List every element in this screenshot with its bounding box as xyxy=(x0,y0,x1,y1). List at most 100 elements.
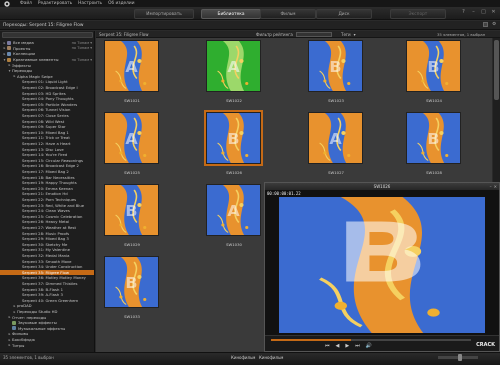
preview-close-icon[interactable]: ✕ xyxy=(494,184,497,189)
tree-item-label: Serpent 17: Mixed Bag 2 xyxy=(22,169,69,175)
tree-item-label: Serpent 35: Filigree Flow xyxy=(22,269,69,275)
tree-item[interactable]: ▸ Титры xyxy=(0,342,94,348)
zoom-slider-handle[interactable] xyxy=(458,354,462,361)
tree-item-label: Коллекции xyxy=(13,51,36,57)
folder-icon xyxy=(12,320,16,325)
tree-item-label: Serpent 32: Medal Mania xyxy=(22,253,70,259)
svg-text:B: B xyxy=(427,130,439,147)
preview-minimize-icon[interactable]: – xyxy=(490,184,492,189)
add-to-movie-button[interactable]: Кинофильм xyxy=(231,355,255,360)
tree-item-label: Serpent 19: Happy Thoughts xyxy=(22,180,77,186)
help-icon[interactable]: ? xyxy=(460,9,467,15)
tab-import[interactable]: Импортировать xyxy=(134,9,194,19)
status-text: 35 элементов, 1 выбран xyxy=(3,355,54,360)
tree-item-label: Переходы xyxy=(12,68,33,74)
menu-bar: Файл Редактировать Настроить Об изделии xyxy=(0,0,500,7)
tree-item-label: Serpent 37: Dimmed Thistles xyxy=(22,281,78,287)
tree-item-label: Serpent 31: My Valentine xyxy=(22,247,70,253)
item-count: 35 элементов, 1 выбран xyxy=(437,32,486,37)
location-label: Переходы: Serpent 15: Filigree Flow xyxy=(3,22,84,28)
tags-dropdown-icon[interactable]: ▾ xyxy=(354,32,356,37)
play-icon[interactable]: ▶ xyxy=(345,343,349,349)
library-tree-panel: ▸ Все медиа по Типам ▾ ▸ Проекты по Типам ▾ ▸ К… xyxy=(0,31,95,352)
view-movie-button[interactable]: Кинофильм xyxy=(259,355,283,360)
thumbnail-label: SW1025 xyxy=(124,170,140,175)
transition-thumbnail[interactable]: A xyxy=(206,184,261,236)
tree-item-label: Serpent 06: Tunnel Vision xyxy=(22,107,71,113)
folder-icon xyxy=(7,46,11,51)
transition-thumbnail[interactable]: A xyxy=(206,40,261,92)
tab-disc[interactable]: Диск xyxy=(316,9,372,19)
tree-item-label: Serpent 10: Mixed Bag 1 xyxy=(22,129,69,135)
main-tabs: Импортировать Библиотека Фильм Диск Эксп… xyxy=(0,7,500,20)
tree-item-sort[interactable]: по Типам ▾ xyxy=(72,58,92,62)
svg-text:B: B xyxy=(427,58,439,75)
skip-forward-icon[interactable]: ⏭ xyxy=(355,343,360,349)
preview-title[interactable]: SW1026 xyxy=(265,183,499,190)
tree-item-label: Serpent 25: Cosmic Celebration xyxy=(22,213,83,219)
tree-item-label: Serpent 21: Emotion Hd xyxy=(22,191,68,197)
tab-movie[interactable]: Фильм xyxy=(260,9,316,19)
transition-thumbnail[interactable]: B xyxy=(406,112,461,164)
tree-item-label: Serpent 04: Pony Thoughts xyxy=(22,96,74,102)
transition-thumbnail[interactable]: B xyxy=(104,184,159,236)
browser-breadcrumb[interactable]: Serpent 35: Filigree Flow xyxy=(99,32,149,37)
rating-filter-label: Фильтр рейтинга xyxy=(256,32,293,37)
location-tools: ⚙ xyxy=(483,22,496,27)
minimize-icon[interactable]: – xyxy=(470,9,477,15)
rating-filter-dropdown[interactable] xyxy=(295,32,332,37)
tree-item-label: Все медиа xyxy=(13,40,34,46)
transition-thumbnail[interactable]: B xyxy=(308,40,363,92)
location-bar: Переходы: Serpent 15: Filigree Flow xyxy=(0,21,500,30)
close-icon[interactable]: ✕ xyxy=(490,9,497,15)
tab-library[interactable]: Библиотека xyxy=(201,9,261,19)
scrollbar-thumb[interactable] xyxy=(494,40,499,100)
tree-item-label: Serpent 36: Motley Motley Money xyxy=(22,275,86,281)
tree-item-label: Serpent 38: B-Flash 1 xyxy=(22,286,64,292)
tree-item-label: Serpent 40: Green Greenhern xyxy=(22,297,79,303)
tree-item-sort[interactable]: по Типам ▾ xyxy=(72,41,92,45)
transition-thumbnail[interactable]: B xyxy=(406,40,461,92)
gear-icon[interactable]: ⚙ xyxy=(492,22,496,27)
svg-text:B: B xyxy=(227,130,239,147)
tab-export[interactable]: Экспорт xyxy=(390,9,446,19)
menu-about[interactable]: Об изделии xyxy=(108,1,134,6)
transition-thumbnail[interactable]: A xyxy=(308,112,363,164)
transition-thumbnail[interactable]: A xyxy=(104,40,159,92)
thumbnail-label: SW1024 xyxy=(426,98,442,103)
transition-thumbnail[interactable]: A xyxy=(104,112,159,164)
tree-item-label: Отчет: переходы xyxy=(12,314,47,320)
thumbnail-label: SW1023 xyxy=(328,98,344,103)
tree-item-label: Креативные элементы xyxy=(13,57,59,63)
tree-item-label: Serpent 39: A-Flash 3 xyxy=(22,292,63,298)
tree-search-input[interactable] xyxy=(2,32,93,38)
preview-scrubber[interactable] xyxy=(271,339,471,341)
tree-item-label: Serpent 02: Broadcast Edge I xyxy=(22,85,78,91)
preview-window-controls: – ✕ xyxy=(490,183,497,190)
volume-icon[interactable]: 🔊 xyxy=(366,343,372,349)
menu-file[interactable]: Файл xyxy=(20,1,32,6)
preview-window: SW1026 – ✕ 00:00:00:01.22 B ⏮ ◀ ▶ ⏭ 🔊 CRACK xyxy=(264,182,500,352)
transition-thumbnail[interactable]: B xyxy=(204,110,263,166)
tree-item-label: Serpent 07: Close Series xyxy=(22,113,69,119)
svg-text:B: B xyxy=(335,206,429,301)
svg-text:B: B xyxy=(125,274,137,291)
menu-edit[interactable]: Редактировать xyxy=(38,1,72,6)
tree-item-label: Боксбфэдж xyxy=(12,337,36,343)
svg-text:B: B xyxy=(125,202,137,219)
watermark-text: CRACK xyxy=(476,342,495,348)
tree-item-label: Serpent 01: Liquid Light xyxy=(22,79,68,85)
layout-icon[interactable] xyxy=(483,22,489,27)
maximize-icon[interactable]: □ xyxy=(480,9,487,15)
svg-text:A: A xyxy=(227,58,239,75)
thumbnail-label: SW1022 xyxy=(226,98,242,103)
menu-settings[interactable]: Настроить xyxy=(78,1,102,6)
scrubber-fill xyxy=(271,339,351,341)
tree-item-sort[interactable]: по Типам ▾ xyxy=(72,46,92,50)
transition-thumbnail[interactable]: B xyxy=(104,256,159,308)
skip-back-icon[interactable]: ⏮ xyxy=(325,343,330,349)
step-back-icon[interactable]: ◀ xyxy=(336,343,340,349)
tree-item-label: Титры xyxy=(12,342,25,348)
tree-item-label: Проекты xyxy=(13,45,31,51)
thumbnail-label: SW1027 xyxy=(328,170,344,175)
